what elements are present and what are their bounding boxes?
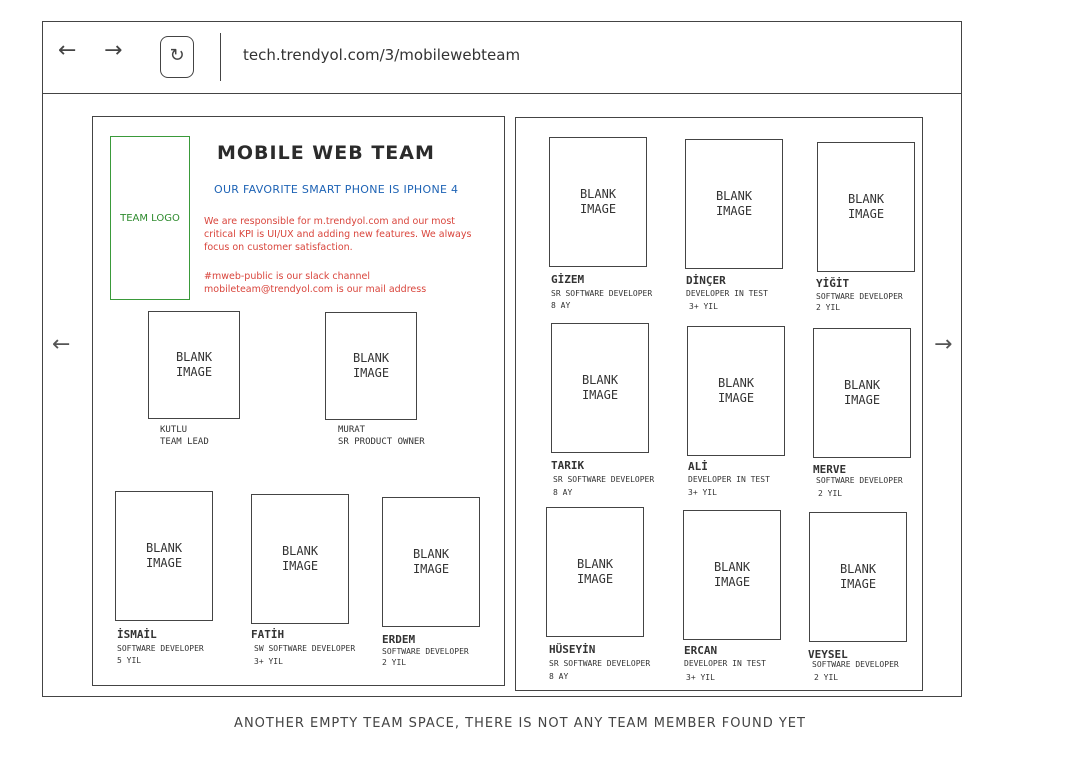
back-arrow-icon[interactable]: ← [58,40,76,62]
team-logo: TEAM LOGO [110,136,190,300]
member-name: ERCAN [684,644,718,657]
member-photo-placeholder[interactable]: BLANK IMAGE [685,139,783,269]
team-subtitle: OUR FAVORITE SMART PHONE IS IPHONE 4 [214,183,459,196]
lead-role: TEAM LEAD [160,437,209,447]
member-photo-placeholder[interactable]: BLANK IMAGE [115,491,213,621]
toolbar-divider [220,33,221,81]
member-tenure: 3+ YIL [686,673,715,682]
member-role: SOFTWARE DEVELOPER [812,660,899,669]
member-name: MERVE [813,463,847,476]
team-logo-label: TEAM LOGO [120,212,180,224]
lead-name: KUTLU [160,425,188,435]
member-role: SR SOFTWARE DEVELOPER [553,475,655,484]
member-tenure: 2 YIL [816,303,841,312]
member-tenure: 2 YIL [814,673,839,682]
member-photo-placeholder[interactable]: BLANK IMAGE [813,328,911,458]
team-description: We are responsible for m.trendyol.com an… [204,216,472,253]
member-name: İSMAİL [117,628,157,641]
member-role: SOFTWARE DEVELOPER [382,647,469,656]
member-photo-placeholder[interactable]: BLANK IMAGE [809,512,907,642]
member-tenure: 3+ YIL [254,657,283,666]
lead-name: MURAT [338,425,366,435]
member-photo-placeholder[interactable]: BLANK IMAGE [546,507,644,637]
member-role: SW SOFTWARE DEVELOPER [254,644,356,653]
carousel-prev-arrow-icon[interactable]: ← [52,332,70,357]
member-photo-placeholder[interactable]: BLANK IMAGE [251,494,349,624]
member-name: DİNÇER [686,274,726,287]
member-role: SR SOFTWARE DEVELOPER [549,659,651,668]
member-role: DEVELOPER IN TEST [686,289,768,298]
member-tenure: 8 AY [553,488,573,497]
member-photo-placeholder[interactable]: BLANK IMAGE [549,137,647,267]
member-photo-placeholder[interactable]: BLANK IMAGE [382,497,480,627]
lead-photo-placeholder[interactable]: BLANK IMAGE [148,311,240,419]
member-name: HÜSEYİN [549,643,596,656]
member-role: SOFTWARE DEVELOPER [816,292,903,301]
member-photo-placeholder[interactable]: BLANK IMAGE [683,510,781,640]
reload-icon: ↻ [169,45,185,66]
member-tenure: 3+ YIL [689,302,718,311]
member-tenure: 2 YIL [382,658,407,667]
member-photo-placeholder[interactable]: BLANK IMAGE [687,326,785,456]
member-tenure: 8 AY [549,672,569,681]
member-tenure: 2 YIL [818,489,843,498]
member-role: SR SOFTWARE DEVELOPER [551,289,653,298]
member-role: SOFTWARE DEVELOPER [117,644,204,653]
reload-button[interactable]: ↻ [160,36,194,78]
slack-channel-text: #mweb-public is our slack channel [204,271,371,282]
member-tenure: 5 YIL [117,656,142,665]
member-name: ERDEM [382,633,416,646]
forward-arrow-icon[interactable]: → [104,40,122,62]
team-title: MOBILE WEB TEAM [217,142,435,164]
empty-team-message: ANOTHER EMPTY TEAM SPACE, THERE IS NOT A… [234,716,806,731]
member-name: YİĞİT [816,277,850,290]
member-photo-placeholder[interactable]: BLANK IMAGE [817,142,915,272]
member-photo-placeholder[interactable]: BLANK IMAGE [551,323,649,453]
carousel-next-arrow-icon[interactable]: → [934,332,952,357]
member-role: DEVELOPER IN TEST [684,659,766,668]
lead-role: SR PRODUCT OWNER [338,437,425,447]
mail-address-text: mobileteam@trendyol.com is our mail addr… [204,284,427,295]
member-role: DEVELOPER IN TEST [688,475,770,484]
member-name: TARIK [551,459,585,472]
member-tenure: 3+ YIL [688,488,717,497]
address-bar-url[interactable]: tech.trendyol.com/3/mobilewebteam [243,46,520,64]
member-role: SOFTWARE DEVELOPER [816,476,903,485]
member-tenure: 8 AY [551,301,571,310]
member-name: ALİ [688,460,708,473]
member-name: GİZEM [551,273,585,286]
member-name: FATİH [251,628,285,641]
lead-photo-placeholder[interactable]: BLANK IMAGE [325,312,417,420]
